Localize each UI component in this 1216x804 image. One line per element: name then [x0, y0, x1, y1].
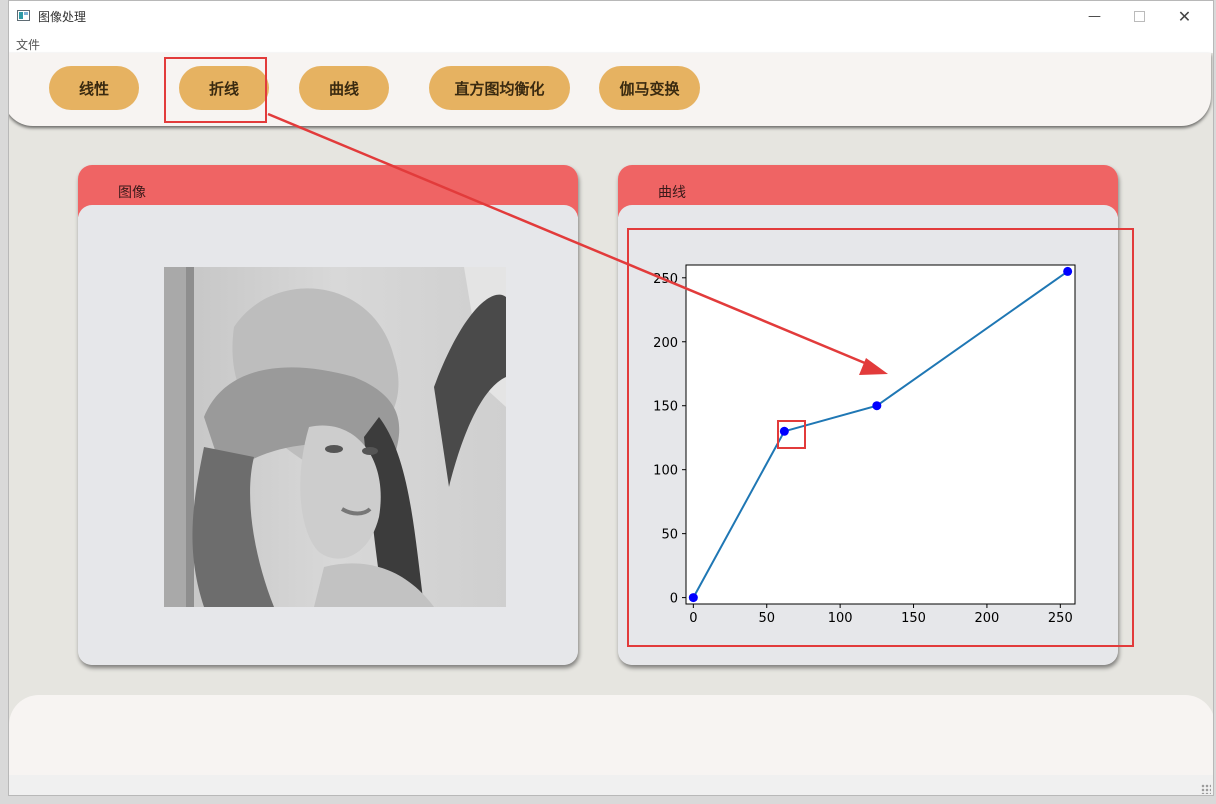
- resize-grip-icon[interactable]: [1201, 784, 1211, 794]
- histogram-equalization-button[interactable]: 直方图均衡化: [429, 66, 570, 110]
- window-title: 图像处理: [38, 10, 87, 24]
- status-bar: [9, 775, 1213, 795]
- bottom-area: [9, 695, 1213, 775]
- image-panel: 图像: [78, 165, 578, 665]
- title-bar: 图像处理 — ✕: [9, 1, 1213, 31]
- linear-button[interactable]: 线性: [49, 66, 139, 110]
- close-button[interactable]: ✕: [1162, 1, 1207, 31]
- maximize-button[interactable]: [1117, 1, 1162, 31]
- image-panel-title: 图像: [118, 185, 146, 201]
- processed-image: [164, 267, 506, 607]
- gamma-transform-button[interactable]: 伽马变换: [599, 66, 700, 110]
- image-panel-body: [78, 205, 578, 665]
- annotation-box-chart: [627, 228, 1134, 647]
- maximize-icon: [1134, 10, 1145, 22]
- annotation-box-polyline-button: [164, 57, 267, 123]
- menu-bar: 文件: [9, 31, 1213, 53]
- annotation-box-breakpoint: [777, 420, 806, 449]
- app-icon: [17, 10, 30, 21]
- menu-file[interactable]: 文件: [16, 36, 40, 53]
- curve-panel-title: 曲线: [658, 185, 686, 201]
- curve-button[interactable]: 曲线: [299, 66, 389, 110]
- close-icon: ✕: [1177, 6, 1192, 26]
- minimize-icon: —: [1088, 8, 1101, 24]
- minimize-button[interactable]: —: [1072, 1, 1117, 31]
